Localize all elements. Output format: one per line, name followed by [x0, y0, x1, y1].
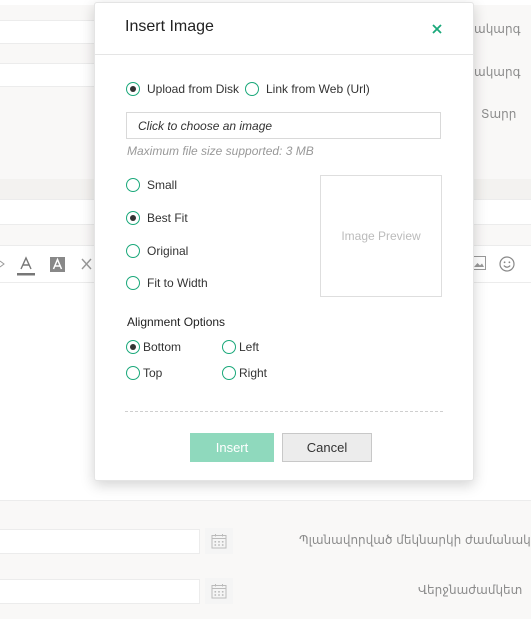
radio-align-left-label: Left	[239, 340, 260, 354]
radio-unselected-icon	[126, 178, 140, 192]
bg-label-2: ակարգ	[474, 65, 521, 79]
radio-selected-icon	[126, 340, 140, 354]
calendar-icon[interactable]	[205, 578, 233, 604]
alignment-options-title: Alignment Options	[127, 315, 226, 329]
radio-size-small[interactable]: Small	[126, 178, 177, 192]
radio-align-top-label: Top	[143, 366, 163, 380]
radio-unselected-icon	[222, 340, 236, 354]
bg-label-1: ակարգ	[474, 22, 521, 36]
max-file-size-hint: Maximum file size supported: 3 MB	[127, 144, 314, 158]
radio-size-fit-to-width[interactable]: Fit to Width	[126, 276, 208, 290]
emoji-icon[interactable]	[499, 256, 515, 272]
clear-format-icon[interactable]	[80, 257, 94, 271]
radio-unselected-icon	[126, 276, 140, 290]
radio-size-original[interactable]: Original	[126, 244, 188, 258]
radio-unselected-icon	[126, 244, 140, 258]
image-preview-box: Image Preview	[320, 175, 442, 297]
highlight-icon[interactable]	[49, 256, 66, 273]
radio-size-fit-to-width-label: Fit to Width	[147, 276, 208, 290]
radio-unselected-icon	[245, 82, 259, 96]
cancel-button[interactable]: Cancel	[282, 433, 372, 462]
radio-upload-from-disk[interactable]: Upload from Disk	[126, 82, 239, 96]
radio-size-best-fit[interactable]: Best Fit	[126, 211, 188, 225]
dialog-divider	[125, 411, 443, 412]
bg-date-field-1[interactable]	[0, 529, 200, 554]
radio-selected-icon	[126, 82, 140, 96]
close-icon	[432, 24, 442, 34]
radio-link-from-web[interactable]: Link from Web (Url)	[245, 82, 370, 96]
dialog-header: Insert Image	[95, 3, 473, 55]
radio-link-from-web-label: Link from Web (Url)	[266, 82, 370, 96]
bg-field-2[interactable]	[0, 63, 100, 87]
chevron-right-icon[interactable]	[0, 257, 6, 271]
radio-unselected-icon	[222, 366, 236, 380]
insert-button[interactable]: Insert	[190, 433, 274, 462]
radio-align-top[interactable]: Top	[126, 366, 162, 380]
radio-align-bottom[interactable]: Bottom	[126, 340, 181, 354]
radio-align-left[interactable]: Left	[222, 340, 259, 354]
radio-unselected-icon	[126, 366, 140, 380]
choose-image-field[interactable]: Click to choose an image	[126, 112, 441, 139]
bg-date-label-2: Վերջնաժամկետ	[418, 583, 523, 597]
radio-selected-icon	[126, 211, 140, 225]
dialog-title: Insert Image	[125, 18, 214, 35]
font-color-icon[interactable]	[16, 255, 36, 277]
radio-align-right[interactable]: Right	[222, 366, 267, 380]
close-button[interactable]	[429, 21, 445, 37]
bg-date-label-1: Պլանավորված մեկնարկի ժամանակը	[299, 533, 531, 547]
calendar-icon[interactable]	[205, 528, 233, 554]
image-preview-label: Image Preview	[341, 229, 421, 243]
radio-upload-from-disk-label: Upload from Disk	[147, 82, 240, 96]
radio-size-original-label: Original	[147, 244, 189, 258]
bg-date-field-2[interactable]	[0, 579, 200, 604]
insert-image-dialog: Insert Image Upload from Disk Link from …	[94, 2, 474, 481]
image-icon[interactable]	[472, 256, 486, 270]
bg-label-3: Տարր	[481, 107, 517, 121]
radio-align-bottom-label: Bottom	[143, 340, 182, 354]
radio-size-best-fit-label: Best Fit	[147, 211, 188, 225]
radio-size-small-label: Small	[147, 178, 178, 192]
radio-align-right-label: Right	[239, 366, 268, 380]
bg-field-1[interactable]	[0, 20, 100, 44]
